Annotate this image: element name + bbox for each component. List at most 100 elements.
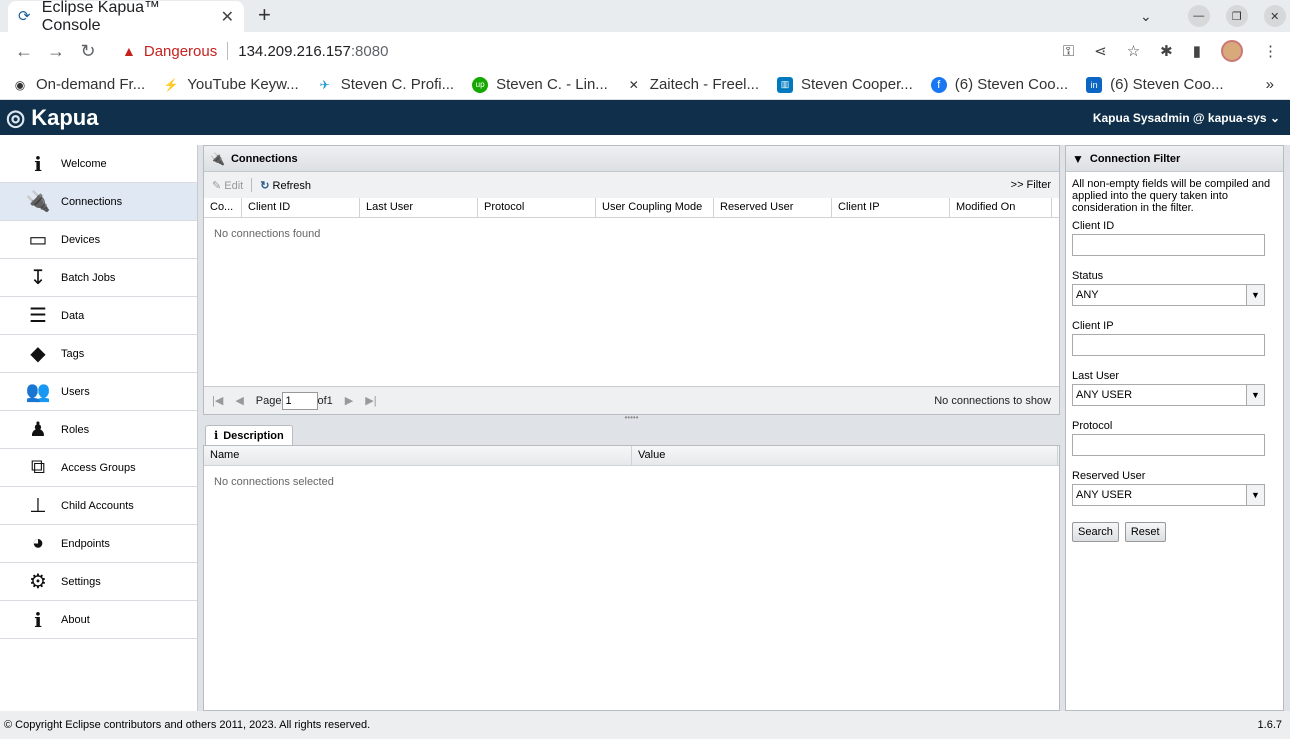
avatar[interactable] — [1221, 40, 1243, 62]
sidebar-item-roles[interactable]: ♟ Roles — [0, 411, 197, 449]
bookmark-item[interactable]: ✕ Zaitech - Freel... — [626, 76, 759, 93]
sidebar-item-about[interactable]: i About — [0, 601, 197, 639]
connections-empty-text: No connections found — [214, 228, 321, 240]
keyword-icon: ⚡ — [163, 77, 179, 92]
sidebar-item-devices[interactable]: ▭ Devices — [0, 221, 197, 259]
sidebar-item-access-groups[interactable]: ⧉ Access Groups — [0, 449, 197, 487]
sidebar-item-data[interactable]: ☰ Data — [0, 297, 197, 335]
kapua-logo[interactable]: ◎ Kapua — [6, 105, 98, 131]
column-header[interactable]: User Coupling Mode — [596, 198, 714, 217]
bookmark-item[interactable]: f (6) Steven Coo... — [930, 76, 1068, 93]
chevron-down-icon: ▼ — [1246, 385, 1264, 405]
tab-title: Eclipse Kapua™ Console — [41, 0, 161, 34]
warning-icon: ▲ — [122, 43, 136, 59]
sidebar-item-tags[interactable]: ◆ Tags — [0, 335, 197, 373]
bookmark-item[interactable]: ✈ Steven C. Profi... — [317, 76, 454, 93]
reserved-user-select[interactable]: ANY USER ▼ — [1072, 484, 1265, 506]
bookmark-star-icon[interactable]: ☆ — [1127, 42, 1140, 60]
bookmark-item[interactable]: in (6) Steven Coo... — [1086, 76, 1224, 93]
search-button[interactable]: Search — [1072, 522, 1119, 542]
last-page-icon[interactable]: ▶| — [365, 394, 376, 407]
globe-icon: ◉ — [14, 77, 26, 92]
column-header[interactable]: Co... — [204, 198, 242, 217]
column-header-name[interactable]: Name — [204, 446, 632, 465]
address-bar[interactable]: 134.209.216.157:8080 — [238, 43, 388, 60]
splitter-handle[interactable]: ••••• — [203, 414, 1060, 423]
edit-button[interactable]: ✎ Edit — [212, 179, 243, 192]
prev-page-icon[interactable]: ◀ — [235, 394, 243, 407]
menu-icon[interactable]: ⋮ — [1263, 42, 1278, 60]
bookmark-item[interactable]: up Steven C. - Lin... — [472, 76, 608, 93]
restore-icon[interactable]: ❐ — [1225, 5, 1248, 27]
sidebar-item-welcome[interactable]: i Welcome — [0, 145, 197, 183]
tab-search-icon[interactable]: ⌄ — [1140, 8, 1152, 25]
column-header[interactable]: Last User — [360, 198, 478, 217]
sidebar-item-settings[interactable]: ⚙ Settings — [0, 563, 197, 601]
globe-icon: ◕ — [31, 532, 45, 554]
access-groups-icon: ⧉ — [30, 456, 46, 478]
sidebar: i Welcome 🔌 Connections ▭ Devices ↧ Batch Jo… — [0, 145, 198, 711]
url-port: :8080 — [350, 42, 389, 60]
reload-icon[interactable]: ↻ — [76, 41, 100, 62]
page-number-input[interactable] — [281, 391, 318, 410]
bookmark-item[interactable]: ◉ On-demand Fr... — [12, 76, 145, 93]
new-tab-icon[interactable]: + — [258, 4, 271, 26]
filter-toggle-button[interactable]: >> Filter — [1011, 179, 1051, 191]
share-icon[interactable]: ⋖ — [1094, 42, 1107, 60]
column-header-value[interactable]: Value — [632, 446, 1058, 465]
bird-icon: ✈ — [319, 77, 330, 92]
trello-icon: ▥ — [777, 76, 793, 93]
column-header[interactable]: Protocol — [478, 198, 596, 217]
user-menu[interactable]: Kapua Sysadmin @ kapua-sys ⌄ — [1093, 111, 1280, 125]
key-icon[interactable]: ⚿ — [1063, 43, 1074, 60]
info-icon: i — [214, 429, 219, 442]
first-page-icon[interactable]: |◀ — [212, 394, 223, 407]
minimize-icon[interactable]: — — [1187, 5, 1210, 27]
forward-icon[interactable]: → — [44, 41, 68, 62]
client-ip-input[interactable] — [1072, 334, 1265, 356]
description-panel: Name Value No connections selected — [203, 445, 1060, 711]
sidebar-item-endpoints[interactable]: ◕ Endpoints — [0, 525, 197, 563]
last-user-label: Last User — [1072, 370, 1120, 382]
app-header: ◎ Kapua Kapua Sysadmin @ kapua-sys ⌄ — [0, 100, 1290, 135]
page-of-label: of1 — [317, 394, 333, 407]
status-label: Status — [1072, 270, 1104, 282]
status-select[interactable]: ANY ▼ — [1072, 284, 1265, 306]
bookmark-item[interactable]: ⚡ YouTube Keyw... — [163, 76, 299, 93]
column-header[interactable]: Reserved User — [714, 198, 832, 217]
security-warning[interactable]: ▲ Dangerous — [122, 43, 217, 60]
last-user-select[interactable]: ANY USER ▼ — [1072, 384, 1265, 406]
refresh-button[interactable]: ↻ Refresh — [260, 179, 311, 192]
extensions-icon[interactable]: ✱ — [1160, 42, 1173, 60]
pencil-icon: ✎ — [212, 179, 222, 192]
column-header[interactable]: Client ID — [242, 198, 360, 217]
client-id-input[interactable] — [1072, 234, 1265, 256]
tab-description[interactable]: i Description — [205, 425, 293, 445]
footer: © Copyright Eclipse contributors and oth… — [0, 711, 1290, 739]
sidebar-item-users[interactable]: 👥 Users — [0, 373, 197, 411]
reset-button[interactable]: Reset — [1124, 522, 1166, 542]
sidepanel-icon[interactable]: ▮ — [1193, 42, 1201, 60]
next-page-icon[interactable]: ▶ — [345, 394, 353, 407]
facebook-icon: f — [930, 76, 947, 93]
filter-help-text: All non-empty fields will be compiled an… — [1072, 178, 1271, 214]
back-icon[interactable]: ← — [12, 41, 36, 62]
security-label: Dangerous — [143, 42, 218, 60]
batch-jobs-icon: ↧ — [29, 267, 47, 289]
browser-tab[interactable]: ⟳ Eclipse Kapua™ Console ✕ — [8, 0, 244, 34]
device-icon: ▭ — [28, 229, 48, 251]
logo-text: Kapua — [31, 104, 99, 130]
bookmark-item[interactable]: ▥ Steven Cooper... — [777, 76, 913, 93]
more-bookmarks-icon[interactable]: » — [1266, 76, 1274, 93]
sidebar-item-batch-jobs[interactable]: ↧ Batch Jobs — [0, 259, 197, 297]
close-tab-icon[interactable]: ✕ — [221, 7, 234, 27]
column-header[interactable]: Client IP — [832, 198, 950, 217]
sidebar-item-connections[interactable]: 🔌 Connections — [0, 183, 197, 221]
filter-icon: ▼ — [1072, 151, 1084, 166]
sidebar-item-child-accounts[interactable]: ⊥ Child Accounts — [0, 487, 197, 525]
close-window-icon[interactable]: ✕ — [1263, 5, 1286, 27]
info-icon: i — [34, 151, 42, 176]
column-header[interactable]: Modified On — [950, 198, 1052, 217]
users-icon: 👥 — [25, 381, 51, 403]
protocol-input[interactable] — [1072, 434, 1265, 456]
